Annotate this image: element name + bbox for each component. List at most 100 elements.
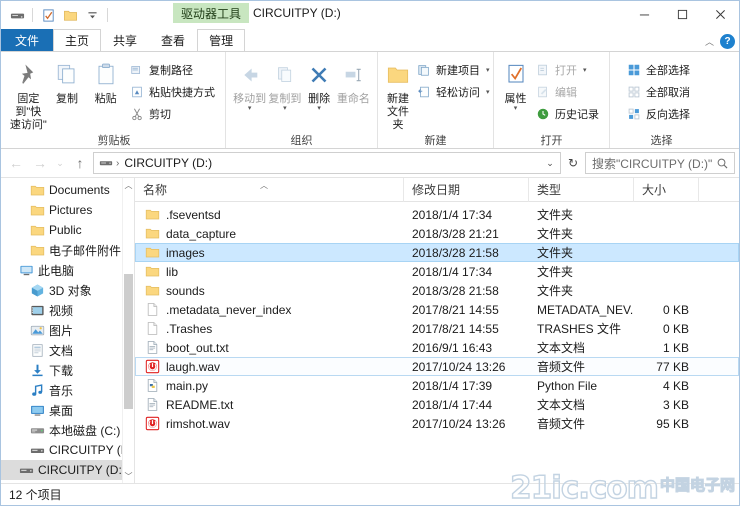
copy-path-button[interactable]: 复制路径 (125, 59, 219, 80)
rename-button[interactable]: 重命名 (336, 56, 371, 106)
tab-file[interactable]: 文件 (1, 29, 54, 51)
sidebar-item[interactable]: 桌面 (1, 400, 134, 420)
copy-button[interactable]: 复制 (48, 56, 87, 106)
sidebar-item[interactable]: CIRCUITPY (D:) (1, 440, 134, 460)
breadcrumb-separator[interactable]: › (116, 158, 119, 169)
minimize-button[interactable] (625, 1, 663, 27)
delete-button[interactable]: 删除 ▾ (302, 56, 335, 112)
select-none-button[interactable]: 全部取消 (622, 81, 694, 102)
history-button[interactable]: 历史记录 (531, 103, 603, 124)
new-folder-icon[interactable] (60, 5, 80, 25)
sidebar-item[interactable]: Documents (1, 180, 134, 200)
paste-button[interactable]: 粘贴 (86, 56, 125, 106)
pin-to-quick-access-button[interactable]: 固定到"快 速访问" (9, 56, 48, 132)
table-row[interactable]: data_capture 2018/3/28 21:21 文件夹 (135, 224, 739, 243)
table-row[interactable]: .fseventsd 2018/1/4 17:34 文件夹 (135, 205, 739, 224)
table-row[interactable]: laugh.wav 2017/10/24 13:26 音频文件 77 KB (135, 357, 739, 376)
cell-date: 2018/3/28 21:58 (412, 245, 499, 260)
search-box[interactable]: 搜索"CIRCUITPY (D:)" (585, 152, 735, 174)
qat-divider (32, 8, 33, 22)
sidebar-item[interactable]: 视频 (1, 300, 134, 320)
search-input[interactable]: 搜索"CIRCUITPY (D:)" (592, 155, 714, 172)
sidebar-item[interactable]: 下载 (1, 360, 134, 380)
new-folder-label-line2: 文件夹 (387, 106, 409, 131)
back-button[interactable]: ← (5, 152, 27, 174)
new-item-button[interactable]: 新建项目 ▾ (412, 59, 494, 80)
file-name-label: main.py (166, 378, 209, 393)
refresh-button[interactable]: ↻ (563, 152, 583, 174)
table-row[interactable]: README.txt 2018/1/4 17:44 文本文档 3 KB (135, 395, 739, 414)
copy-to-button[interactable]: 复制到 ▾ (267, 56, 302, 112)
invert-selection-label: 反向选择 (646, 108, 690, 121)
up-button[interactable]: ↑ (69, 152, 91, 174)
table-row[interactable]: boot_out.txt 2016/9/1 16:43 文本文档 1 KB (135, 338, 739, 357)
breadcrumb-dropdown-icon[interactable]: ⌄ (542, 153, 558, 173)
table-row[interactable]: .metadata_never_index 2017/8/21 14:55 META… (135, 300, 739, 319)
tab-manage[interactable]: 管理 (197, 29, 246, 51)
forward-button[interactable]: → (29, 152, 51, 174)
pin-icon (14, 59, 42, 91)
navigation-scrollbar[interactable]: ︿ ﹀ (122, 178, 134, 483)
invert-selection-button[interactable]: 反向选择 (622, 103, 694, 124)
sidebar-item[interactable]: 本地磁盘 (C:) (1, 420, 134, 440)
sidebar-item[interactable]: 图片 (1, 320, 134, 340)
select-all-button[interactable]: 全部选择 (622, 59, 694, 80)
tab-home[interactable]: 主页 (53, 29, 102, 51)
table-row[interactable]: .Trashes 2017/8/21 14:55 TRASHES 文件 0 KB (135, 319, 739, 338)
open-button[interactable]: 打开 ▾ (531, 59, 603, 80)
new-item-caret-icon[interactable]: ▾ (486, 66, 490, 74)
tab-share[interactable]: 共享 (101, 29, 149, 51)
open-caret-icon[interactable]: ▾ (583, 66, 587, 74)
cut-button[interactable]: 剪切 (125, 103, 219, 124)
table-row[interactable]: lib 2018/1/4 17:34 文件夹 (135, 262, 739, 281)
select-all-icon (626, 62, 642, 78)
sidebar-item[interactable]: 文档 (1, 340, 134, 360)
sidebar-item[interactable]: Pictures (1, 200, 134, 220)
maximize-button[interactable] (663, 1, 701, 27)
customize-quick-access-icon[interactable] (82, 5, 102, 25)
table-row[interactable]: main.py 2018/1/4 17:39 Python File 4 KB (135, 376, 739, 395)
move-to-button[interactable]: 移动到 ▾ (232, 56, 267, 112)
new-item-icon (416, 62, 432, 78)
recent-locations-button[interactable]: ⌄ (53, 152, 67, 174)
cell-size (634, 205, 699, 224)
column-header-date[interactable]: 修改日期 (403, 177, 528, 202)
collapse-ribbon-icon[interactable]: ︿ (705, 35, 714, 48)
properties-icon[interactable] (38, 5, 58, 25)
cell-name: images (136, 243, 404, 262)
delete-caret-icon[interactable]: ▾ (317, 105, 321, 112)
breadcrumb-bar[interactable]: › CIRCUITPY (D:) ⌄ (93, 152, 561, 174)
sidebar-item[interactable]: 此电脑 (1, 260, 134, 280)
drive-icon[interactable] (7, 5, 27, 25)
easy-access-caret-icon[interactable]: ▾ (486, 88, 490, 96)
easy-access-button[interactable]: 轻松访问 ▾ (412, 81, 494, 102)
sidebar-item[interactable]: Public (1, 220, 134, 240)
sidebar-item[interactable]: 电子邮件附件 (1, 240, 134, 260)
rename-icon (340, 59, 366, 91)
table-row[interactable]: sounds 2018/3/28 21:58 文件夹 (135, 281, 739, 300)
edit-button[interactable]: 编辑 (531, 81, 603, 102)
copy-to-caret-icon[interactable]: ▾ (283, 105, 287, 112)
scroll-down-icon[interactable]: ﹀ (123, 469, 134, 483)
scrollbar-thumb[interactable] (124, 274, 133, 409)
cell-size: 0 KB (662, 321, 689, 336)
table-row[interactable]: images 2018/3/28 21:58 文件夹 (135, 243, 739, 262)
sidebar-item[interactable]: CIRCUITPY (D:) (1, 460, 134, 480)
tab-view[interactable]: 查看 (149, 29, 197, 51)
move-to-caret-icon[interactable]: ▾ (248, 105, 252, 112)
sidebar-item[interactable]: 音乐 (1, 380, 134, 400)
new-folder-button[interactable]: 新建 文件夹 (384, 56, 412, 132)
properties-button[interactable]: 属性 ▾ (500, 56, 531, 112)
sidebar-item[interactable]: 3D 对象 (1, 280, 134, 300)
close-button[interactable] (701, 1, 739, 27)
scroll-up-icon[interactable]: ︿ (123, 178, 134, 192)
paste-shortcut-button[interactable]: 粘贴快捷方式 (125, 81, 219, 102)
file-name-label: sounds (166, 283, 205, 298)
breadcrumb-item-circuitpy[interactable]: CIRCUITPY (D:) (121, 156, 215, 170)
properties-caret-icon[interactable]: ▾ (514, 105, 518, 112)
table-row[interactable]: rimshot.wav 2017/10/24 13:26 音频文件 95 KB (135, 414, 739, 433)
column-header-size[interactable]: 大小 (633, 177, 698, 202)
help-icon[interactable]: ? (720, 34, 735, 49)
column-header-name[interactable]: 名称 ︿ (135, 178, 403, 202)
column-header-type[interactable]: 类型 (528, 177, 633, 202)
